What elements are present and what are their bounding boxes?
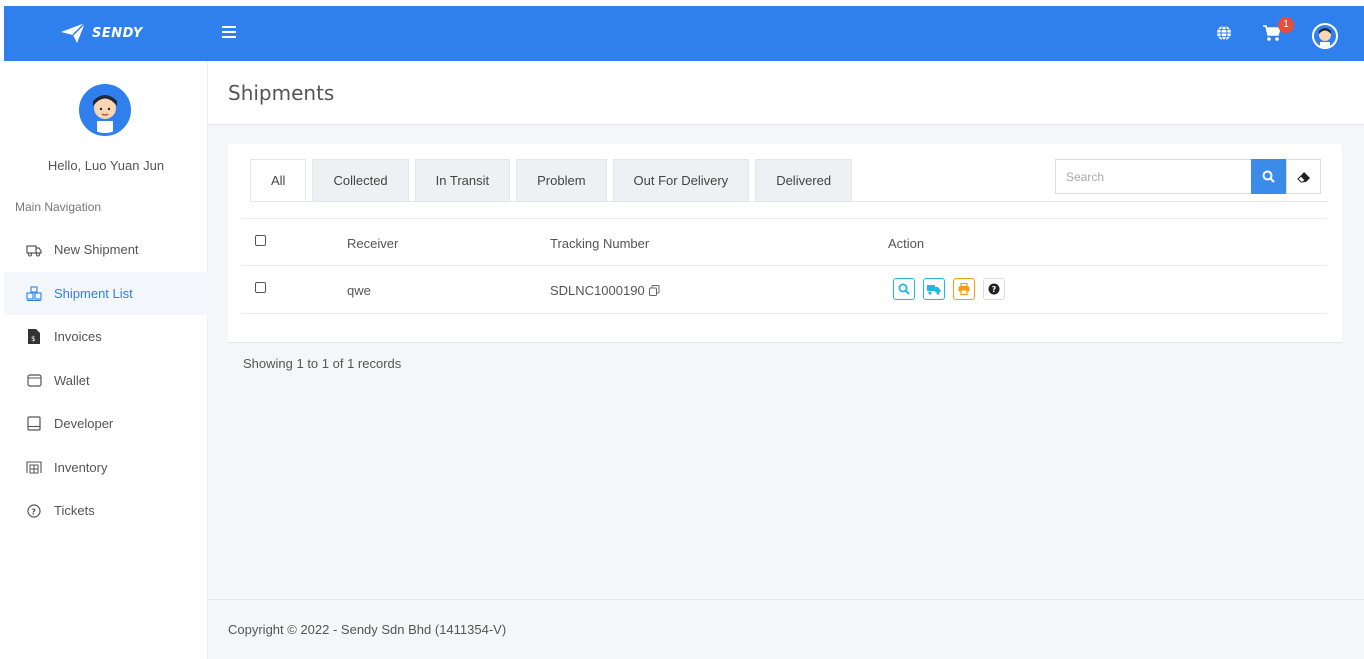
column-header-action: Action [888, 235, 925, 251]
tab-out-for-delivery[interactable]: Out For Delivery [612, 159, 750, 201]
copy-icon[interactable] [648, 284, 660, 296]
profile-avatar[interactable] [79, 84, 131, 136]
sidebar-item-shipment-list[interactable]: Shipment List [4, 271, 208, 315]
question-circle-icon: ? [988, 283, 1000, 295]
invoice-icon: $ [26, 329, 42, 345]
copyright-text: Copyright © 2022 - Sendy Sdn Bhd (141135… [228, 622, 507, 637]
paper-plane-icon [61, 22, 86, 43]
clear-search-button[interactable] [1286, 159, 1321, 194]
book-icon [26, 416, 42, 432]
svg-text:?: ? [31, 507, 36, 516]
table-header-row: Receiver Tracking Number Action [241, 218, 1327, 266]
question-circle-icon: ? [26, 503, 42, 519]
avatar-face-icon [1314, 25, 1336, 47]
user-greeting: Hello, Luo Yuan Jun [47, 158, 165, 173]
globe-icon[interactable] [1216, 25, 1232, 41]
tracking-cell: SDLNC1000190 [550, 266, 660, 314]
menu-toggle-icon[interactable] [222, 23, 236, 41]
sidebar-item-inventory[interactable]: Inventory [4, 446, 208, 490]
sidebar-item-invoices[interactable]: $ Invoices [4, 315, 208, 359]
tracking-number: SDLNC1000190 [550, 282, 645, 298]
print-button[interactable] [953, 278, 975, 300]
top-navbar: SENDY 1 [4, 6, 1364, 61]
search-input[interactable] [1055, 159, 1251, 194]
sidebar-item-label: Inventory [54, 459, 108, 475]
page-title: Shipments [228, 81, 335, 105]
warehouse-icon [26, 459, 42, 475]
tab-collected[interactable]: Collected [312, 159, 409, 201]
shipments-table: Receiver Tracking Number Action qwe SDLN… [241, 218, 1327, 314]
row-actions: ? [893, 278, 1005, 300]
truck-icon [26, 242, 42, 258]
sidebar-item-new-shipment[interactable]: New Shipment [4, 228, 208, 272]
delivery-truck-icon [927, 284, 941, 295]
page-header: Shipments [208, 61, 1364, 125]
svg-text:?: ? [992, 285, 997, 294]
eraser-icon [1296, 171, 1310, 182]
search-button[interactable] [1251, 159, 1286, 194]
tab-all[interactable]: All [250, 159, 307, 201]
records-info: Showing 1 to 1 of 1 records [228, 342, 1342, 384]
user-avatar[interactable] [1312, 23, 1338, 49]
sidebar: Hello, Luo Yuan Jun Main Navigation New … [4, 61, 208, 659]
brand-logo[interactable]: SENDY [60, 20, 143, 46]
column-header-receiver: Receiver [347, 235, 399, 251]
main-content: Shipments All Collected In Transit Probl… [208, 61, 1364, 659]
avatar-face-icon [82, 87, 128, 133]
sidebar-item-label: New Shipment [54, 242, 139, 258]
wallet-icon [26, 372, 42, 388]
page-footer: Copyright © 2022 - Sendy Sdn Bhd (141135… [208, 599, 1364, 659]
boxes-icon [26, 285, 42, 301]
sidebar-item-label: Developer [54, 416, 114, 432]
svg-text:$: $ [31, 335, 35, 343]
main-navigation: New Shipment Shipment List $ Invoices Wa… [4, 228, 208, 533]
cart-count-badge: 1 [1278, 17, 1294, 33]
sidebar-item-label: Tickets [54, 503, 95, 519]
nav-section-label: Main Navigation [15, 200, 102, 214]
printer-icon [958, 283, 970, 295]
sidebar-item-label: Invoices [54, 329, 102, 345]
track-button[interactable] [923, 278, 945, 300]
column-header-tracking: Tracking Number [550, 235, 650, 251]
sidebar-item-wallet[interactable]: Wallet [4, 359, 208, 403]
tab-in-transit[interactable]: In Transit [414, 159, 511, 201]
sidebar-item-developer[interactable]: Developer [4, 402, 208, 446]
tab-divider [250, 201, 1327, 202]
sidebar-item-label: Wallet [54, 372, 90, 388]
row-checkbox[interactable] [255, 282, 266, 293]
table-row: qwe SDLNC1000190 ? [241, 266, 1327, 314]
tab-delivered[interactable]: Delivered [755, 159, 853, 201]
search-group [1055, 159, 1321, 194]
select-all-checkbox[interactable] [255, 235, 266, 246]
tab-problem[interactable]: Problem [516, 159, 607, 201]
view-button[interactable] [893, 278, 915, 300]
search-icon [1262, 170, 1275, 183]
receiver-cell: qwe [347, 282, 371, 298]
sidebar-item-label: Shipment List [54, 285, 133, 301]
status-tabs: All Collected In Transit Problem Out For… [250, 159, 853, 201]
search-icon [898, 283, 910, 295]
brand-name: SENDY [92, 25, 143, 41]
help-button[interactable]: ? [983, 278, 1005, 300]
sidebar-item-tickets[interactable]: ? Tickets [4, 489, 208, 533]
